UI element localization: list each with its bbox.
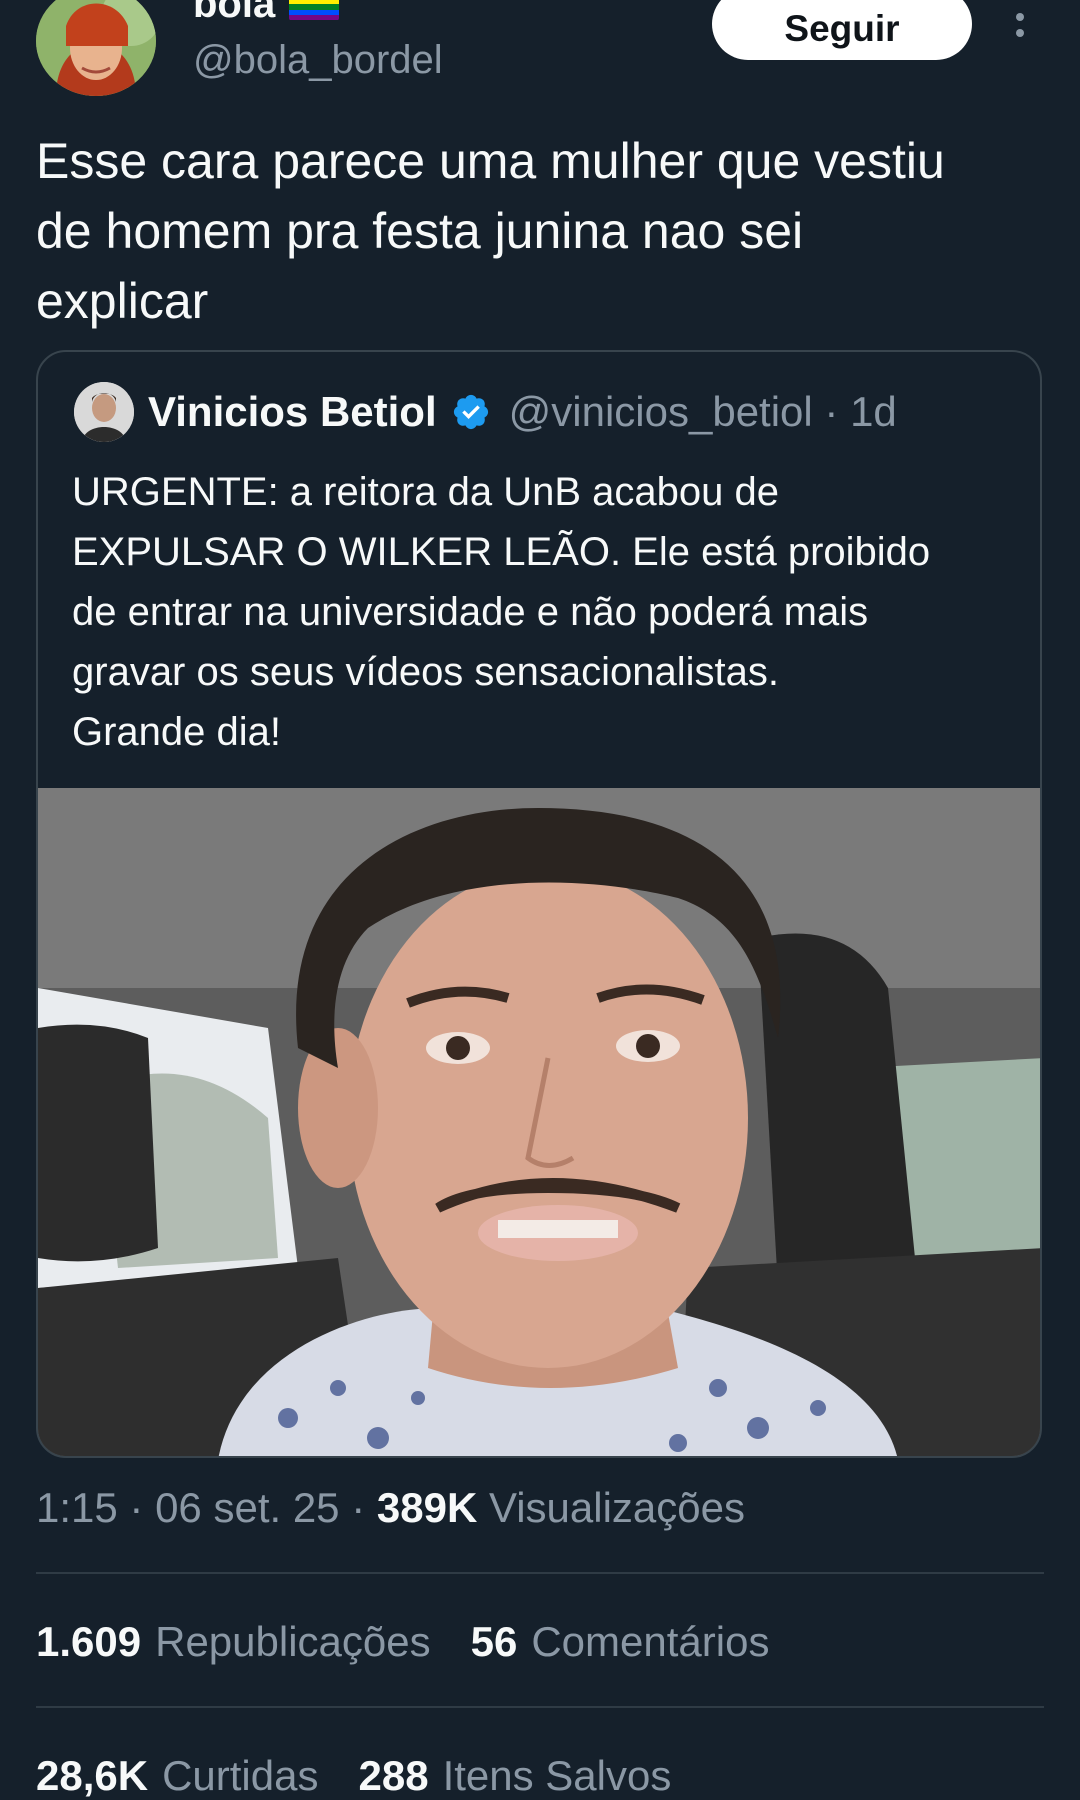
saves-stat[interactable]: 288 Itens Salvos	[358, 1752, 671, 1800]
quoted-tweet-text: URGENTE: a reitora da UnB acabou de EXPU…	[72, 462, 1022, 762]
tweet-text-line: de homem pra festa junina nao sei	[36, 203, 804, 259]
more-vertical-icon[interactable]	[1000, 0, 1040, 50]
divider	[36, 1572, 1044, 1574]
more-dot	[1016, 13, 1024, 21]
views-label[interactable]: Visualizações	[477, 1484, 745, 1531]
tweet-meta: 1:15 · 06 set. 25 · 389K Visualizações	[36, 1484, 745, 1532]
divider	[36, 1706, 1044, 1708]
quoted-tweet-media[interactable]	[38, 788, 1040, 1456]
verified-badge-icon	[453, 394, 488, 430]
quoted-author-name[interactable]: Vinicios Betiol	[148, 388, 437, 436]
quoted-author-handle-time: @vinicios_betiol · 1d	[508, 388, 897, 435]
tweet-text-line: explicar	[36, 273, 209, 329]
media-photo	[38, 788, 1040, 1456]
views-count[interactable]: 389K	[377, 1484, 477, 1531]
engagement-stats-row-2: 28,6K Curtidas 288 Itens Salvos	[36, 1752, 671, 1800]
quoted-text-line: Grande dia!	[72, 710, 282, 754]
saves-label: Itens Salvos	[442, 1752, 672, 1799]
saves-count: 288	[358, 1752, 429, 1799]
quoted-text-line: de entrar na universidade e não poderá m…	[72, 590, 869, 634]
comments-count: 56	[470, 1618, 518, 1665]
author-display-name[interactable]: bola	[193, 0, 340, 27]
quoted-text-line: EXPULSAR O WILKER LEÃO. Ele está proibid…	[72, 530, 931, 574]
reposts-stat[interactable]: 1.609 Republicações	[36, 1618, 431, 1666]
tweet-text: Esse cara parece uma mulher que vestiu d…	[36, 126, 1046, 336]
quoted-text-line: gravar os seus vídeos sensacionalistas.	[72, 650, 780, 694]
comments-label: Comentários	[531, 1618, 770, 1665]
quoted-tweet-header: Vinicios Betiol @vinicios_betiol · 1d	[74, 382, 897, 442]
avatar-image	[36, 0, 156, 96]
more-dot	[1016, 29, 1024, 37]
reposts-label: Republicações	[155, 1618, 431, 1665]
likes-count: 28,6K	[36, 1752, 149, 1799]
display-name-text: bola	[193, 0, 276, 26]
quoted-author-avatar[interactable]	[74, 382, 134, 442]
likes-stat[interactable]: 28,6K Curtidas	[36, 1752, 318, 1800]
engagement-stats-row-1: 1.609 Republicações 56 Comentários	[36, 1618, 769, 1666]
quoted-tweet-card[interactable]: Vinicios Betiol @vinicios_betiol · 1d UR…	[36, 350, 1042, 1458]
reposts-count: 1.609	[36, 1618, 142, 1665]
author-avatar[interactable]	[36, 0, 156, 96]
comments-stat[interactable]: 56 Comentários	[471, 1618, 770, 1666]
quoted-text-line: URGENTE: a reitora da UnB acabou de	[72, 470, 780, 514]
likes-label: Curtidas	[162, 1752, 319, 1799]
time-date: 1:15 · 06 set. 25 ·	[36, 1484, 377, 1531]
rainbow-flag-icon	[289, 0, 340, 21]
quoted-avatar-image	[74, 382, 134, 442]
author-handle[interactable]: @bola_bordel	[193, 38, 443, 83]
follow-button[interactable]: Seguir	[712, 0, 972, 60]
tweet-text-line: Esse cara parece uma mulher que vestiu	[36, 133, 945, 189]
